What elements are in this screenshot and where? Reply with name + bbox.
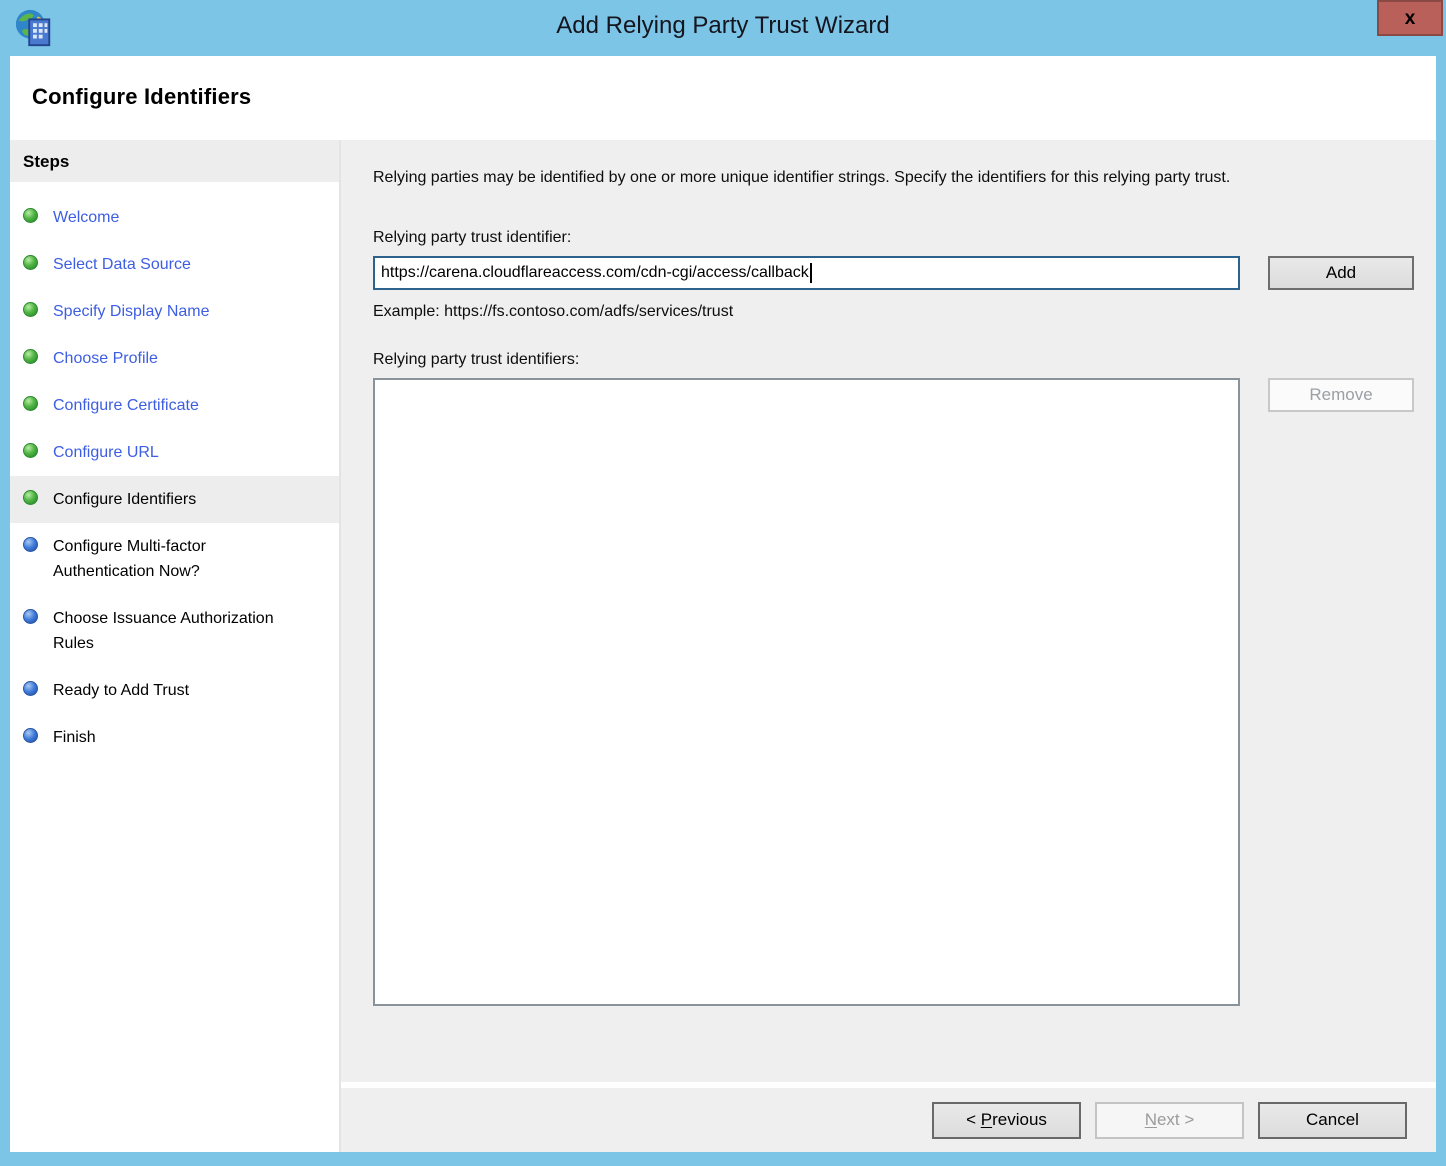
identifiers-listbox[interactable] [373, 378, 1240, 1006]
identifier-field-label: Relying party trust identifier: [373, 229, 572, 246]
step-bullet-icon [23, 255, 38, 270]
step-label: Configure Multi-factor Authentication No… [53, 538, 206, 580]
page-header: Configure Identifiers [10, 56, 1436, 140]
wizard-window: Configure Identifiers Steps Welcome Sele… [10, 56, 1436, 1152]
main-content: Relying parties may be identified by one… [341, 140, 1436, 1082]
step-bullet-icon [23, 609, 38, 624]
identifiers-list-label: Relying party trust identifiers: [373, 351, 580, 368]
titlebar: Add Relying Party Trust Wizard x [0, 0, 1446, 56]
example-text: Example: https://fs.contoso.com/adfs/ser… [373, 303, 734, 320]
sidebar-item-configure-multi-factor-authentication-now: Configure Multi-factor Authentication No… [10, 523, 339, 595]
next-button[interactable]: Next > [1095, 1101, 1244, 1139]
step-bullet-icon [23, 728, 38, 743]
step-label: Finish [53, 729, 96, 746]
step-label: Configure Identifiers [53, 491, 197, 508]
sidebar-item-select-data-source[interactable]: Select Data Source [10, 241, 339, 288]
window-title: Add Relying Party Trust Wizard [556, 12, 890, 39]
sidebar-item-configure-url[interactable]: Configure URL [10, 429, 339, 476]
sidebar-item-choose-profile[interactable]: Choose Profile [10, 335, 339, 382]
step-label: Choose Issuance Authorization Rules [53, 610, 274, 652]
sidebar-item-configure-certificate[interactable]: Configure Certificate [10, 382, 339, 429]
step-label: Configure Certificate [53, 397, 199, 414]
sidebar-item-ready-to-add-trust: Ready to Add Trust [10, 667, 339, 714]
sidebar-item-specify-display-name[interactable]: Specify Display Name [10, 288, 339, 335]
step-label: Ready to Add Trust [53, 682, 190, 699]
close-button[interactable]: x [1377, 0, 1443, 36]
page-title: Configure Identifiers [32, 84, 252, 109]
step-bullet-icon [23, 443, 38, 458]
step-bullet-icon [23, 490, 38, 505]
intro-text: Relying parties may be identified by one… [373, 169, 1231, 186]
identifier-input-value: https://carena.cloudflareaccess.com/cdn-… [381, 264, 809, 281]
relying-party-identifier-input[interactable]: https://carena.cloudflareaccess.com/cdn-… [373, 256, 1240, 290]
step-bullet-icon [23, 537, 38, 552]
sidebar-item-choose-issuance-authorization-rules: Choose Issuance Authorization Rules [10, 595, 339, 667]
step-bullet-icon [23, 396, 38, 411]
sidebar-item-welcome[interactable]: Welcome [10, 194, 339, 241]
remove-button[interactable]: Remove [1268, 378, 1414, 412]
step-bullet-icon [23, 349, 38, 364]
cancel-button[interactable]: Cancel [1258, 1101, 1407, 1139]
step-label: Specify Display Name [53, 303, 210, 320]
step-label: Configure URL [53, 444, 159, 461]
previous-button[interactable]: < Previous [932, 1101, 1081, 1139]
sidebar-item-finish: Finish [10, 714, 339, 761]
footer-button-bar: < Previous Next > Cancel [341, 1088, 1436, 1152]
step-bullet-icon [23, 681, 38, 696]
step-label: Welcome [53, 209, 120, 226]
steps-header: Steps [10, 140, 339, 184]
add-button[interactable]: Add [1268, 256, 1414, 290]
step-bullet-icon [23, 302, 38, 317]
text-caret [809, 263, 812, 283]
step-label: Select Data Source [53, 256, 191, 273]
sidebar-item-configure-identifiers[interactable]: Configure Identifiers [10, 476, 339, 523]
steps-sidebar: Steps Welcome Select Data Source Specify… [10, 140, 341, 1152]
steps-list: Welcome Select Data Source Specify Displ… [10, 184, 339, 761]
step-label: Choose Profile [53, 350, 158, 367]
step-bullet-icon [23, 208, 38, 223]
